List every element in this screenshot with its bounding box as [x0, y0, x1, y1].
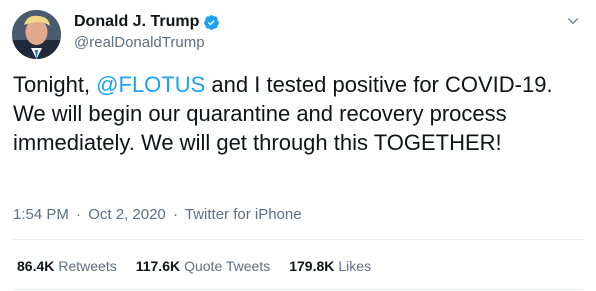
meta-separator: ·	[172, 206, 178, 223]
quote-tweets-stat[interactable]: 117.6K Quote Tweets	[136, 257, 271, 275]
engagement-stats: 86.4K Retweets 117.6K Quote Tweets 179.8K L…	[17, 257, 390, 275]
divider	[13, 239, 583, 240]
likes-stat[interactable]: 179.8K Likes	[289, 257, 371, 275]
likes-count: 179.8K	[289, 258, 335, 274]
quote-tweets-label: Quote Tweets	[184, 258, 271, 274]
divider	[13, 289, 583, 290]
author-handle[interactable]: @realDonaldTrump	[74, 33, 205, 53]
avatar-image	[12, 10, 61, 59]
avatar[interactable]	[12, 10, 61, 59]
mention-link[interactable]: @FLOTUS	[96, 72, 205, 97]
retweets-stat[interactable]: 86.4K Retweets	[17, 257, 117, 275]
retweets-count: 86.4K	[17, 258, 55, 274]
tweet-text: Tonight, @FLOTUS and I tested positive f…	[13, 70, 583, 157]
tweet-source[interactable]: Twitter for iPhone	[185, 206, 302, 223]
tweet-card: Donald J. Trump @realDonaldTrump Tonight…	[0, 0, 596, 291]
likes-label: Likes	[338, 258, 372, 274]
chevron-down-icon[interactable]	[566, 14, 580, 28]
retweets-label: Retweets	[58, 258, 117, 274]
tweet-meta: 1:54 PM · Oct 2, 2020 · Twitter for iPho…	[13, 205, 302, 225]
quote-tweets-count: 117.6K	[135, 258, 181, 274]
tweet-time[interactable]: 1:54 PM	[13, 206, 69, 223]
author-name-row[interactable]: Donald J. Trump	[74, 12, 220, 32]
verified-badge-icon	[203, 14, 220, 31]
tweet-date[interactable]: Oct 2, 2020	[88, 206, 166, 223]
author-display-name[interactable]: Donald J. Trump	[74, 12, 199, 32]
meta-separator: ·	[76, 206, 82, 223]
tweet-text-before: Tonight,	[13, 72, 97, 97]
